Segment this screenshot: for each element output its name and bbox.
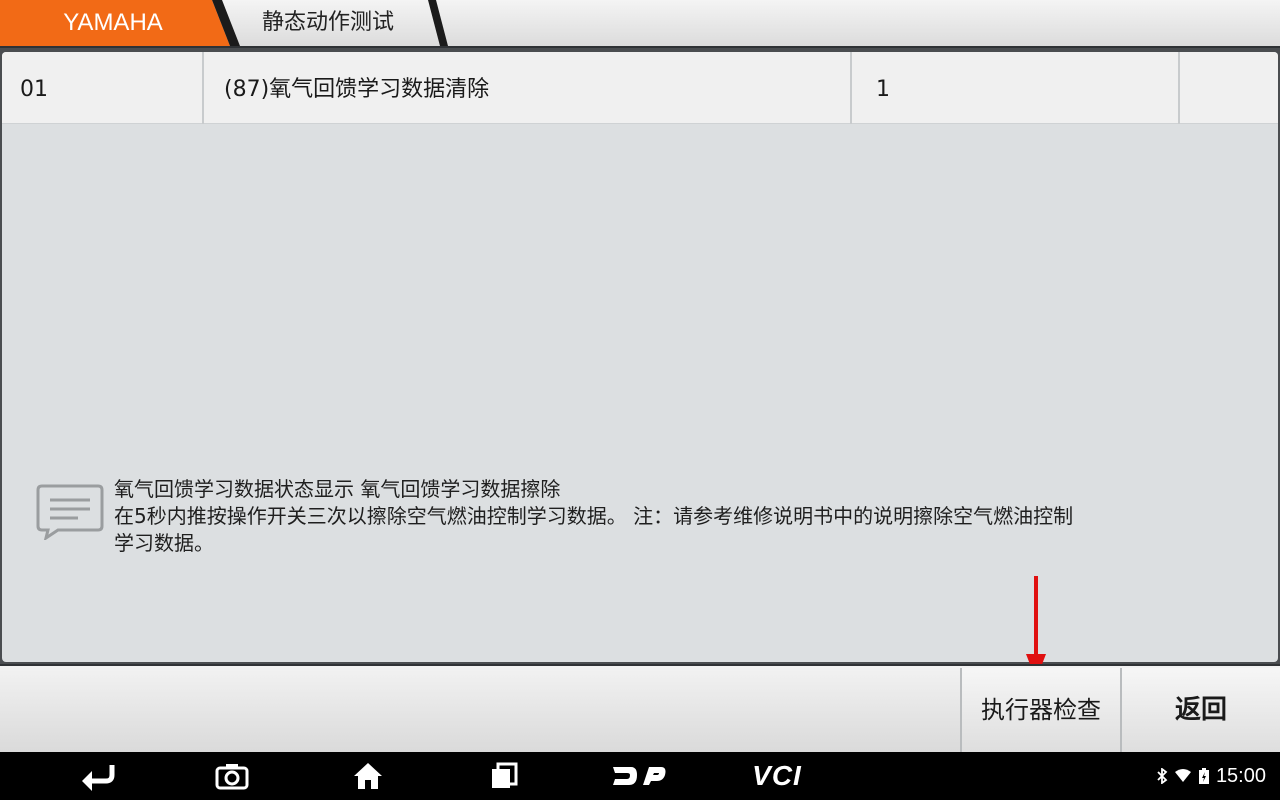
help-message-line: 在5秒内推按操作开关三次以擦除空气燃油控制学习数据。 注：请参考维修说明书中的说… xyxy=(114,504,1074,528)
actuator-test-button[interactable]: 执行器检查 xyxy=(960,668,1120,752)
message-icon xyxy=(36,484,104,540)
bluetooth-icon xyxy=(1157,768,1168,784)
clock: 15:00 xyxy=(1215,764,1266,787)
vci-logo: VCI xyxy=(752,760,802,791)
wifi-icon xyxy=(1174,769,1191,782)
recent-apps-icon xyxy=(492,762,518,788)
button-bar: 执行器检查 返回 xyxy=(0,664,1280,752)
system-nav-bar: DP VCI 15:00 xyxy=(0,752,1280,800)
row-extra xyxy=(1180,52,1278,124)
breadcrumb-brand-label: YAMAHA xyxy=(63,9,163,36)
vci-logo-button[interactable]: VCI xyxy=(744,752,810,800)
row-id: 01 xyxy=(2,52,204,124)
battery-icon xyxy=(1198,768,1209,784)
row-name: (87)氧气回馈学习数据清除 xyxy=(204,52,852,124)
row-value: 1 xyxy=(852,52,1180,124)
camera-icon xyxy=(215,764,249,790)
breadcrumb-page-label: 静态动作测试 xyxy=(262,10,395,35)
data-panel: 01 (87)氧气回馈学习数据清除 1 氧气回馈学习数据状态显示 氧气回馈学习数… xyxy=(2,52,1278,662)
help-message-line: 氧气回馈学习数据状态显示 氧气回馈学习数据擦除 xyxy=(114,477,561,501)
home-nav-button[interactable] xyxy=(348,752,388,800)
back-icon xyxy=(82,765,115,791)
back-nav-button[interactable] xyxy=(72,752,124,800)
breadcrumb-brand[interactable]: YAMAHA xyxy=(0,0,240,46)
dp-logo xyxy=(613,767,666,785)
help-message-line: 学习数据。 xyxy=(114,531,214,555)
recent-apps-button[interactable] xyxy=(486,752,522,800)
back-button[interactable]: 返回 xyxy=(1120,668,1280,752)
home-icon xyxy=(354,763,382,789)
dp-logo-button[interactable]: DP xyxy=(606,752,672,800)
screenshot-button[interactable] xyxy=(210,752,254,800)
status-area: 15:00 xyxy=(1156,752,1266,800)
breadcrumb-page[interactable]: 静态动作测试 xyxy=(216,0,448,46)
table-row[interactable]: 01 (87)氧气回馈学习数据清除 1 xyxy=(2,52,1278,124)
help-message: 氧气回馈学习数据状态显示 氧气回馈学习数据擦除 在5秒内推按操作开关三次以擦除空… xyxy=(114,476,1274,557)
breadcrumb-bar: YAMAHA 静态动作测试 xyxy=(0,0,1280,48)
